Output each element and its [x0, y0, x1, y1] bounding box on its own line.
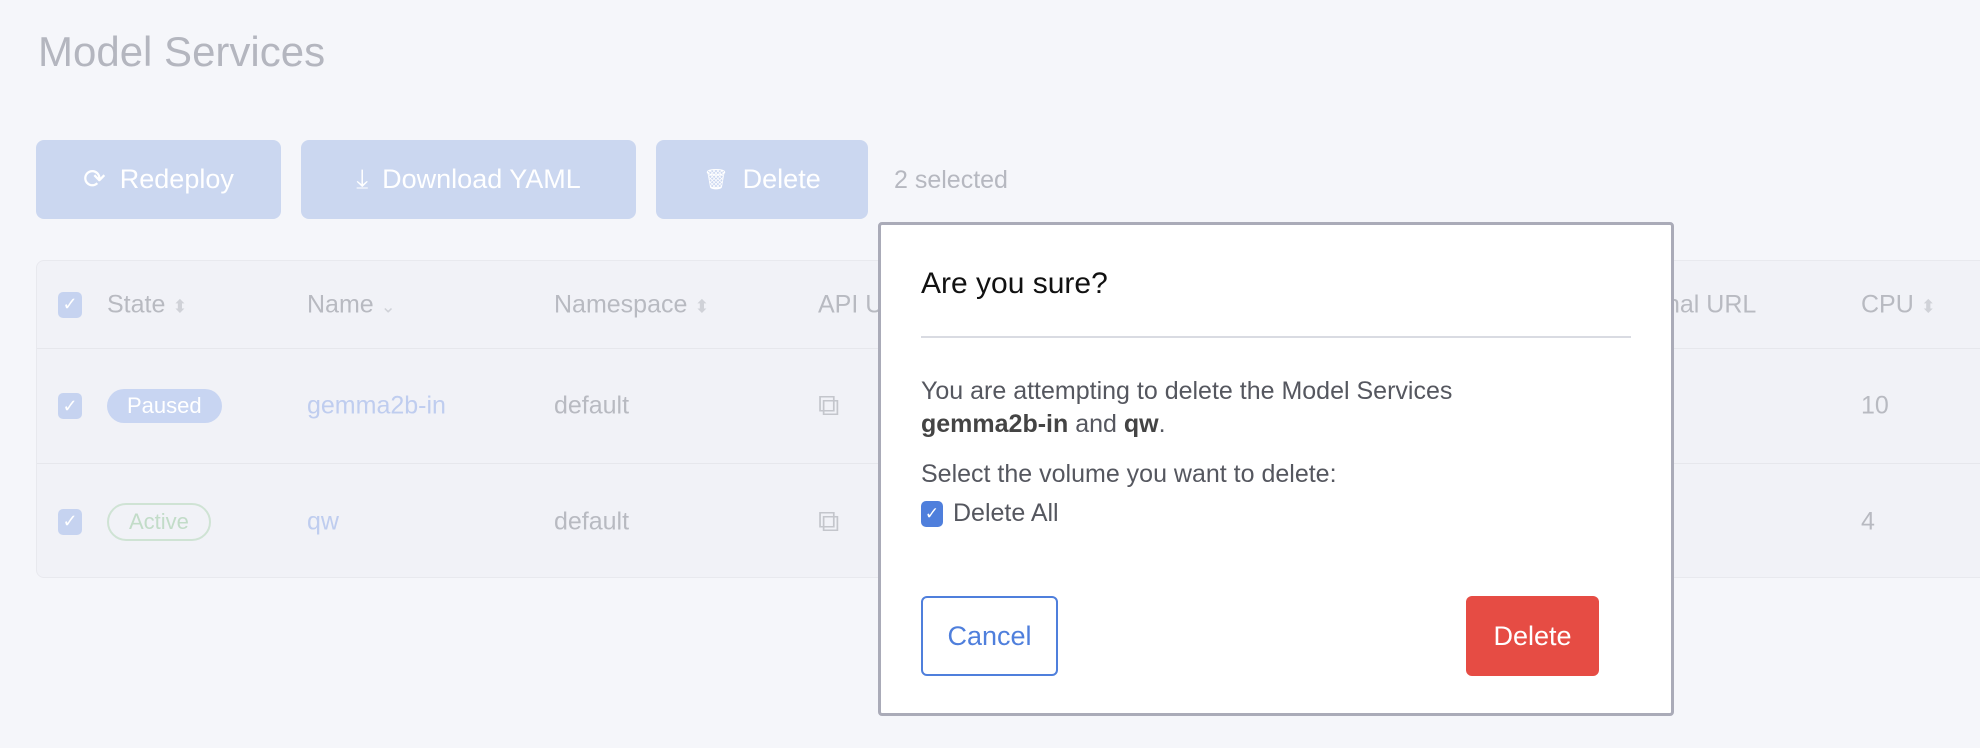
- sort-icon: ⬍: [1920, 296, 1936, 316]
- copy-icon[interactable]: ⧉: [818, 505, 839, 539]
- download-yaml-button[interactable]: ⤓ Download YAML: [301, 140, 636, 219]
- delete-all-checkbox[interactable]: ✓: [921, 500, 943, 527]
- delete-button[interactable]: 🗑 Delete: [656, 140, 868, 219]
- row-checkbox[interactable]: ✓: [58, 393, 82, 419]
- namespace: default: [554, 391, 630, 420]
- volume-label: Select the volume you want to delete:: [921, 460, 1337, 488]
- sort-icon: ⬍: [694, 296, 710, 316]
- cpu-value: 10: [1861, 391, 1889, 420]
- sort-icon: ⬍: [172, 296, 188, 316]
- dialog-title: Are you sure?: [921, 267, 1108, 300]
- cancel-button[interactable]: Cancel: [921, 596, 1058, 676]
- cpu-value: 4: [1861, 507, 1875, 535]
- column-cpu[interactable]: CPU ⬍: [1861, 290, 1936, 319]
- trash-icon: 🗑: [703, 169, 729, 191]
- namespace: default: [554, 507, 630, 535]
- copy-icon[interactable]: ⧉: [818, 389, 839, 423]
- column-state[interactable]: State ⬍: [107, 290, 187, 319]
- status-badge: Paused: [107, 389, 222, 423]
- dialog-message: You are attempting to delete the Model S…: [921, 377, 1453, 438]
- service-name-link[interactable]: gemma2b-in: [307, 392, 446, 421]
- confirm-delete-button[interactable]: Delete: [1466, 596, 1599, 676]
- column-external-url: nal URL: [1666, 290, 1757, 318]
- delete-all-option[interactable]: ✓ Delete All: [921, 499, 1059, 528]
- redeploy-button[interactable]: ⟳ Redeploy: [36, 140, 281, 219]
- confirm-delete-dialog: Are you sure? You are attempting to dele…: [878, 222, 1674, 716]
- column-namespace[interactable]: Namespace ⬍: [554, 290, 709, 319]
- divider: [921, 336, 1631, 338]
- service-name-link[interactable]: qw: [307, 507, 339, 536]
- sort-icon: ⌄: [380, 296, 396, 316]
- page-title: Model Services: [38, 28, 326, 75]
- select-all-checkbox[interactable]: ✓: [58, 291, 82, 318]
- column-name[interactable]: Name ⌄: [307, 290, 396, 319]
- row-checkbox[interactable]: ✓: [58, 508, 82, 535]
- status-badge: Active: [107, 502, 211, 541]
- column-api-url: API U: [818, 290, 884, 318]
- download-icon: ⤓: [356, 163, 369, 194]
- selection-count: 2 selected: [894, 166, 1008, 194]
- refresh-icon: ⟳: [83, 164, 106, 194]
